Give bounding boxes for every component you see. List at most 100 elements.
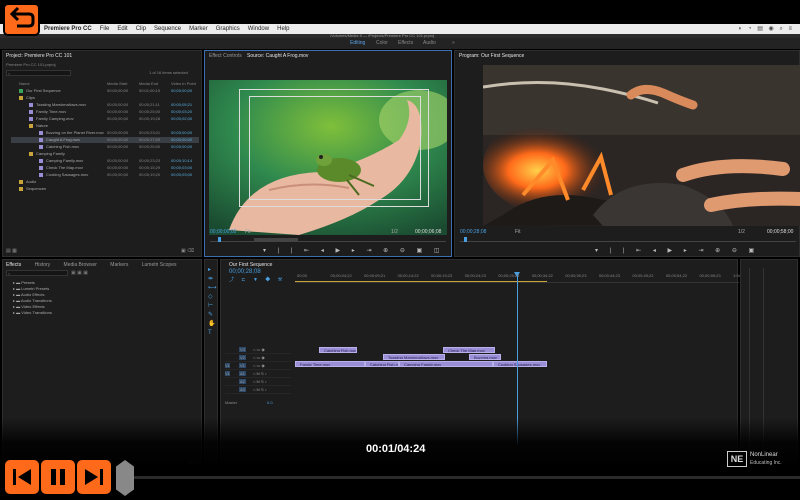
v1-clip-family-time[interactable]: Family Time.mov <box>295 361 365 367</box>
pause-button[interactable] <box>41 460 75 494</box>
source-patch[interactable]: V1 <box>225 371 230 376</box>
list-item[interactable]: Nature <box>11 123 199 129</box>
program-transport-controls[interactable]: ▾ | | ⇤ ◂ ▶ ▸ ⇥ ⊕ ⊖ ▣ <box>595 247 759 254</box>
menu-file[interactable]: File <box>100 26 110 32</box>
tab-effects[interactable]: Effects <box>6 262 21 268</box>
list-view-icon[interactable]: ▤ ▦ <box>6 248 17 254</box>
timeline-timecode[interactable]: 00;00;28;08 <box>229 269 261 275</box>
track-toggle-icons[interactable]: ⌂ M S ♪ <box>253 371 267 376</box>
menu-sequence[interactable]: Sequence <box>154 26 181 32</box>
workspace-audio[interactable]: Audio <box>423 40 436 46</box>
v1-clip-cooking-sausages[interactable]: Cooking Sausages.mov <box>493 361 547 367</box>
tab-media-browser[interactable]: Media Browser <box>64 262 97 268</box>
list-item[interactable]: Toasting Marshmallows.mov 00;00;00;00 00;0… <box>11 102 199 108</box>
track-header[interactable]: V1 V1 ⌂ ▭ ◉ <box>225 363 291 370</box>
list-item[interactable]: Clips <box>11 95 199 101</box>
project-search-input[interactable]: ⌕ <box>6 70 71 76</box>
v2-clip-buzzing[interactable]: Buzzing.mov <box>469 354 501 360</box>
source-timecode[interactable]: 00;00;00;02 <box>210 229 236 235</box>
list-item[interactable]: Family Camping.mov 00;00;00;00 00;00;19;28… <box>11 116 199 122</box>
track-toggle-icons[interactable]: ⌂ ▭ ◉ <box>253 363 265 368</box>
track-header[interactable]: A2 ⌂ M S ♪ <box>225 379 291 386</box>
previous-button[interactable] <box>5 460 39 494</box>
v2-clip-toasting-marshmallows[interactable]: Toasting Marshmallows.mov <box>383 354 445 360</box>
col-media-start[interactable]: Media Start <box>107 81 127 86</box>
next-button[interactable] <box>77 460 111 494</box>
source-playhead[interactable] <box>218 237 221 242</box>
track-toggle-icons[interactable]: ⌂ ▭ ◉ <box>253 355 265 360</box>
source-patch[interactable]: V1 <box>225 363 230 368</box>
tab-program[interactable]: Program: Our First Sequence <box>459 53 524 59</box>
list-item[interactable]: Our First Sequence 00;00;00;00 00;01;00;15… <box>11 88 199 94</box>
effects-folder[interactable]: ▸ ▬ Presets <box>13 280 35 285</box>
menu-marker[interactable]: Marker <box>189 26 208 32</box>
list-item[interactable]: Caught A Frog.mov 00;00;00;00 00;00;17;09 0… <box>11 137 199 143</box>
track-toggle-icons[interactable]: ⌂ M S ♪ <box>253 387 267 392</box>
v3-clip-catching-fish[interactable]: Catching Fish.mov <box>319 347 357 353</box>
app-menu[interactable]: Premiere Pro CC <box>44 26 92 32</box>
col-name[interactable]: Name <box>19 81 30 86</box>
program-timecode[interactable]: 00;00;28;08 <box>460 229 486 235</box>
list-item[interactable]: Camping Family.mov 00;00;00;00 00;00;23;23… <box>11 158 199 164</box>
master-volume[interactable]: 0.0 <box>267 400 273 405</box>
workspace-effects[interactable]: Effects <box>398 40 413 46</box>
progress-handle[interactable] <box>116 460 134 496</box>
source-ratio-select[interactable]: 1/2 <box>391 229 398 235</box>
program-ratio-select[interactable]: 1/2 <box>738 229 745 235</box>
track-label[interactable]: V1 <box>239 363 246 368</box>
source-transport-controls[interactable]: ▾ | | ⇤ ◂ ▶ ▸ ⇥ ⊕ ⊖ ▣ ◫ <box>263 247 445 254</box>
effects-folder[interactable]: ▸ ▬ Video Transitions <box>13 310 52 315</box>
track-header[interactable]: V3 ⌂ ▭ ◉ <box>225 347 291 354</box>
program-playhead[interactable] <box>464 237 467 242</box>
workspace-more-icon[interactable]: » <box>452 40 455 46</box>
program-fit-select[interactable]: Fit <box>515 229 521 235</box>
list-item[interactable]: Buzzing on the Planet River.mov 00;00;00;… <box>11 130 199 136</box>
timeline-snap-icons[interactable]: ⤴ ⊏ ▼ ◆ ⚒ <box>229 276 285 283</box>
effects-filter-icons[interactable]: ▣ ▣ ▣ <box>71 270 88 276</box>
track-header[interactable]: V2 ⌂ ▭ ◉ <box>225 355 291 362</box>
tab-lumetri-scopes[interactable]: Lumetri Scopes <box>142 262 177 268</box>
track-label[interactable]: A1 <box>239 371 246 376</box>
menu-window[interactable]: Window <box>248 26 269 32</box>
menu-graphics[interactable]: Graphics <box>216 26 240 32</box>
effects-folder[interactable]: ▸ ▬ Video Effects <box>13 304 45 309</box>
list-item[interactable]: Audio <box>11 179 199 185</box>
new-item-icon[interactable]: ▣ ⌫ <box>181 248 194 254</box>
program-video-frame[interactable] <box>483 65 800 226</box>
effects-folder[interactable]: ▸ ▬ Lumetri Presets <box>13 286 49 291</box>
track-toggle-icons[interactable]: ⌂ ▭ ◉ <box>253 347 265 352</box>
timeline-tab[interactable]: Our First Sequence <box>229 262 272 268</box>
track-header[interactable]: A3 ⌂ M S ♪ <box>225 387 291 394</box>
tab-source[interactable]: Source: Caught A Frog.mov <box>247 53 308 59</box>
list-item[interactable]: Family Time.mov 00;00;00;00 00;00;25;00 00;… <box>11 109 199 115</box>
track-label[interactable]: V3 <box>239 347 246 352</box>
track-label[interactable]: A3 <box>239 387 246 392</box>
program-scrubber[interactable] <box>460 237 796 242</box>
menu-clip[interactable]: Clip <box>136 26 146 32</box>
project-tab[interactable]: Project: Premiere Pro CC 101 <box>6 53 72 59</box>
tab-markers[interactable]: Markers <box>110 262 128 268</box>
list-item[interactable]: Check The Map.mov 00;00;00;00 00;00;15;29 0… <box>11 165 199 171</box>
tab-history[interactable]: History <box>35 262 51 268</box>
source-fit-select[interactable]: Fit <box>245 229 251 235</box>
progress-track[interactable] <box>134 476 800 479</box>
tab-effect-controls[interactable]: Effect Controls <box>209 53 242 59</box>
track-label[interactable]: A2 <box>239 379 246 384</box>
workspace-editing[interactable]: Editing <box>350 40 365 46</box>
track-label[interactable]: V2 <box>239 355 246 360</box>
col-media-end[interactable]: Media End <box>139 81 158 86</box>
work-area-bar[interactable] <box>295 281 547 282</box>
tool-icons[interactable]: ▸ ⇹ ⟷ ◇ ⊢ ✎ ✋ T <box>208 266 217 338</box>
v1-clip-camping-family[interactable]: Camping Family.mov <box>399 361 493 367</box>
effects-folder[interactable]: ▸ ▬ Audio Effects <box>13 292 45 297</box>
col-video-in[interactable]: Video In Point <box>171 81 196 86</box>
list-item[interactable]: Catching Fish.mov 00;00;00;00 00;00;25;00 0… <box>11 144 199 150</box>
menu-edit[interactable]: Edit <box>117 26 127 32</box>
list-item[interactable]: Cooking Sausages.mov 00;00;00;00 00;00;19;… <box>11 172 199 178</box>
v3-clip-check-the-map[interactable]: Check The Map.mov <box>443 347 495 353</box>
back-button[interactable] <box>3 3 40 36</box>
list-item[interactable]: Sequences <box>11 186 199 192</box>
track-toggle-icons[interactable]: ⌂ M S ♪ <box>253 379 267 384</box>
track-header[interactable]: V1 A1 ⌂ M S ♪ <box>225 371 291 378</box>
list-item[interactable]: Camping Family <box>11 151 199 157</box>
